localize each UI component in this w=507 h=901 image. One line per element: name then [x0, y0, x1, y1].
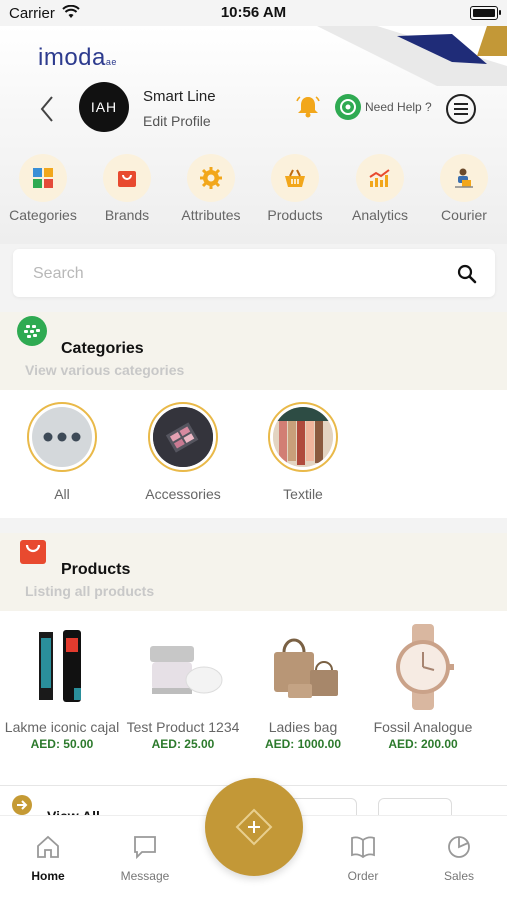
quick-actions: Categories Brands Attributes Products An…	[0, 154, 507, 224]
quick-action-products[interactable]: Products	[253, 154, 337, 223]
categories-icon	[19, 154, 67, 202]
battery-icon	[470, 6, 501, 20]
blackberry-icon	[17, 316, 47, 346]
profile-header: imodaae IAH Smart Line Edit Profile Need…	[0, 26, 507, 244]
product-name: Ladies bag	[268, 719, 338, 735]
avatar[interactable]: IAH	[79, 82, 129, 132]
accessories-image	[153, 407, 213, 467]
section-title: Categories	[61, 340, 144, 357]
product-image-jar	[133, 619, 233, 714]
back-icon[interactable]	[36, 94, 60, 124]
tab-home[interactable]: Home	[0, 834, 96, 883]
product-name: Lakme iconic cajal	[4, 719, 120, 735]
header-decoration	[317, 26, 507, 86]
quick-action-brands[interactable]: Brands	[85, 154, 169, 223]
quick-action-categories[interactable]: Categories	[1, 154, 85, 223]
shopping-bag-icon	[103, 154, 151, 202]
tab-sales[interactable]: Sales	[411, 834, 507, 883]
tab-label: Home	[31, 869, 65, 883]
category-label: All	[54, 486, 70, 502]
category-item-textile[interactable]: Textile	[243, 402, 363, 502]
whatsapp-icon[interactable]	[335, 94, 361, 120]
category-thumb	[268, 402, 338, 472]
section-title: Products	[61, 561, 131, 578]
section-subtitle: View various categories	[25, 362, 185, 378]
category-item-all[interactable]: All	[2, 402, 122, 502]
category-item-accessories[interactable]: Accessories	[123, 402, 243, 502]
arrow-right-icon	[12, 795, 32, 815]
product-price: AED: 1000.00	[264, 737, 342, 751]
product-name: Fossil Analogue	[373, 719, 473, 735]
product-image-watch	[373, 619, 473, 714]
product-price: AED: 200.00	[388, 737, 458, 751]
search-bar	[13, 249, 495, 297]
quick-action-label: Brands	[104, 207, 150, 223]
products-list: Lakme iconic cajal AED: 50.00 Test Produ…	[0, 611, 507, 787]
search-icon[interactable]	[457, 264, 477, 289]
quick-action-label: Products	[267, 207, 323, 223]
product-card[interactable]: Ladies bag AED: 1000.00	[243, 619, 363, 751]
plus-diamond-icon	[235, 808, 273, 846]
add-button[interactable]	[205, 778, 303, 876]
home-icon	[37, 835, 59, 858]
more-icon	[32, 407, 92, 467]
tab-message[interactable]: Message	[97, 834, 193, 883]
message-icon	[134, 836, 156, 860]
tab-label: Message	[120, 869, 170, 883]
quick-action-courier[interactable]: Courier	[422, 154, 506, 223]
quick-action-analytics[interactable]: Analytics	[338, 154, 422, 223]
category-label: Textile	[283, 486, 323, 502]
section-subtitle: Listing all products	[25, 583, 155, 599]
category-thumb	[148, 402, 218, 472]
shopping-bag-icon	[18, 537, 48, 565]
quick-action-label: Categories	[9, 207, 77, 223]
product-card[interactable]: Test Product 1234 AED: 25.00	[123, 619, 243, 751]
pie-chart-icon	[448, 836, 470, 858]
categories-list: All Accessories Textile	[0, 390, 507, 518]
products-section-header: Products Listing all products	[0, 533, 507, 611]
product-image-kajal	[12, 619, 112, 714]
logo-suffix: ae	[105, 57, 117, 67]
need-help-link[interactable]: Need Help ?	[365, 100, 432, 114]
status-bar: Carrier 10:56 AM	[0, 0, 507, 26]
categories-section-header: Categories View various categories	[0, 312, 507, 390]
product-card[interactable]: Fossil Analogue AED: 200.00	[363, 619, 483, 751]
status-time: 10:56 AM	[220, 4, 287, 21]
logo-text: imoda	[38, 44, 106, 71]
quick-action-label: Courier	[441, 207, 487, 223]
category-label: Accessories	[145, 486, 221, 502]
quick-action-label: Attributes	[181, 207, 241, 223]
product-card[interactable]: Lakme iconic cajal AED: 50.00	[2, 619, 122, 751]
quick-action-label: Analytics	[351, 207, 409, 223]
textile-image	[273, 407, 333, 467]
basket-icon	[271, 154, 319, 202]
search-input[interactable]	[31, 261, 435, 287]
tab-label: Sales	[443, 869, 475, 883]
quick-action-attributes[interactable]: Attributes	[169, 154, 253, 223]
product-image-bag	[253, 619, 353, 714]
gear-icon	[187, 154, 235, 202]
courier-icon	[440, 154, 488, 202]
product-price: AED: 50.00	[30, 737, 94, 751]
imoda-logo: imodaae	[38, 44, 117, 72]
tab-label: Order	[347, 869, 379, 883]
chart-icon	[356, 154, 404, 202]
category-thumb	[27, 402, 97, 472]
store-name: Smart Line	[143, 88, 216, 105]
edit-profile-link[interactable]: Edit Profile	[143, 113, 211, 129]
bell-icon[interactable]	[294, 94, 322, 125]
tab-order[interactable]: Order	[315, 834, 411, 883]
product-name: Test Product 1234	[126, 719, 240, 735]
product-price: AED: 25.00	[151, 737, 215, 751]
book-icon	[351, 836, 375, 859]
menu-button[interactable]	[446, 94, 476, 124]
